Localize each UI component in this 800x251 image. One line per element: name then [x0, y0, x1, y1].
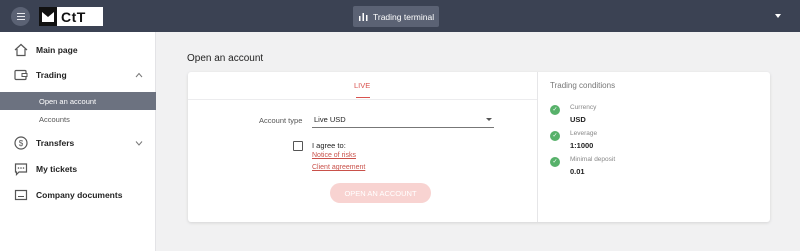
sidebar-subitem-open-account[interactable]: Open an account — [0, 92, 156, 110]
wallet-icon — [14, 68, 28, 82]
chevron-down-icon — [135, 139, 143, 148]
check-icon: ✓ — [550, 105, 560, 115]
trading-terminal-button[interactable]: Trading terminal — [353, 6, 439, 27]
currency-label: Currency — [570, 104, 597, 111]
sidebar-item-label: My tickets — [36, 164, 78, 174]
sidebar-item-label: Company documents — [36, 190, 123, 200]
dollar-icon: $ — [14, 136, 28, 150]
trading-conditions-title: Trading conditions — [550, 81, 616, 90]
sidebar-item-trading[interactable]: Trading — [0, 64, 156, 86]
check-icon: ✓ — [550, 157, 560, 167]
sidebar-item-label: Transfers — [36, 138, 75, 148]
check-icon: ✓ — [550, 131, 560, 141]
account-type-value: Live USD — [314, 115, 346, 124]
client-agreement-link[interactable]: Client agreement — [312, 164, 365, 171]
dropdown-caret-icon — [486, 118, 492, 121]
card-divider — [537, 72, 538, 222]
agree-checkbox[interactable] — [293, 141, 303, 151]
user-menu-caret-icon[interactable] — [775, 14, 781, 18]
home-icon — [14, 43, 28, 57]
notice-of-risks-link[interactable]: Notice of risks — [312, 152, 356, 159]
logo-text: CtT — [61, 8, 86, 25]
minimal-deposit-label: Minimal deposit — [570, 156, 616, 163]
top-bar: CtT Trading terminal — [0, 0, 800, 32]
sidebar-item-label: Trading — [36, 70, 67, 80]
open-account-button[interactable]: OPEN AN ACCOUNT — [330, 183, 431, 203]
chat-bubble-icon — [14, 162, 28, 176]
account-type-label: Account type — [259, 116, 303, 125]
open-account-card: LIVE Account type Live USD I agree to: N… — [188, 72, 770, 222]
sidebar-item-label: Main page — [36, 45, 78, 55]
sidebar-subitem-label: Open an account — [39, 96, 97, 106]
sidebar-item-my-tickets[interactable]: My tickets — [0, 158, 156, 180]
sidebar: Main page Trading Open an account Accoun… — [0, 32, 156, 251]
tab-live[interactable]: LIVE — [354, 81, 370, 90]
leverage-value: 1:1000 — [570, 141, 594, 150]
logo-mark-icon — [39, 7, 57, 26]
svg-text:$: $ — [19, 139, 24, 148]
leverage-label: Leverage — [570, 130, 598, 137]
minimal-deposit-value: 0.01 — [570, 167, 585, 176]
tab-live-underline — [356, 97, 370, 98]
chart-icon — [359, 13, 368, 21]
folder-icon — [14, 188, 28, 202]
sidebar-subitem-accounts[interactable]: Accounts — [0, 110, 156, 128]
sidebar-item-main-page[interactable]: Main page — [0, 39, 156, 61]
chevron-up-icon — [135, 71, 143, 80]
sidebar-subitem-label: Accounts — [39, 114, 70, 124]
page-title: Open an account — [187, 53, 264, 64]
hamburger-menu-button[interactable] — [11, 7, 30, 26]
trading-terminal-label: Trading terminal — [373, 11, 435, 22]
tab-separator — [188, 99, 537, 100]
account-type-select[interactable]: Live USD — [312, 112, 494, 128]
logo[interactable]: CtT — [39, 7, 103, 26]
sidebar-item-transfers[interactable]: $ Transfers — [0, 132, 156, 154]
sidebar-item-company-documents[interactable]: Company documents — [0, 184, 156, 206]
currency-value: USD — [570, 115, 586, 124]
agree-label: I agree to: — [312, 141, 346, 150]
